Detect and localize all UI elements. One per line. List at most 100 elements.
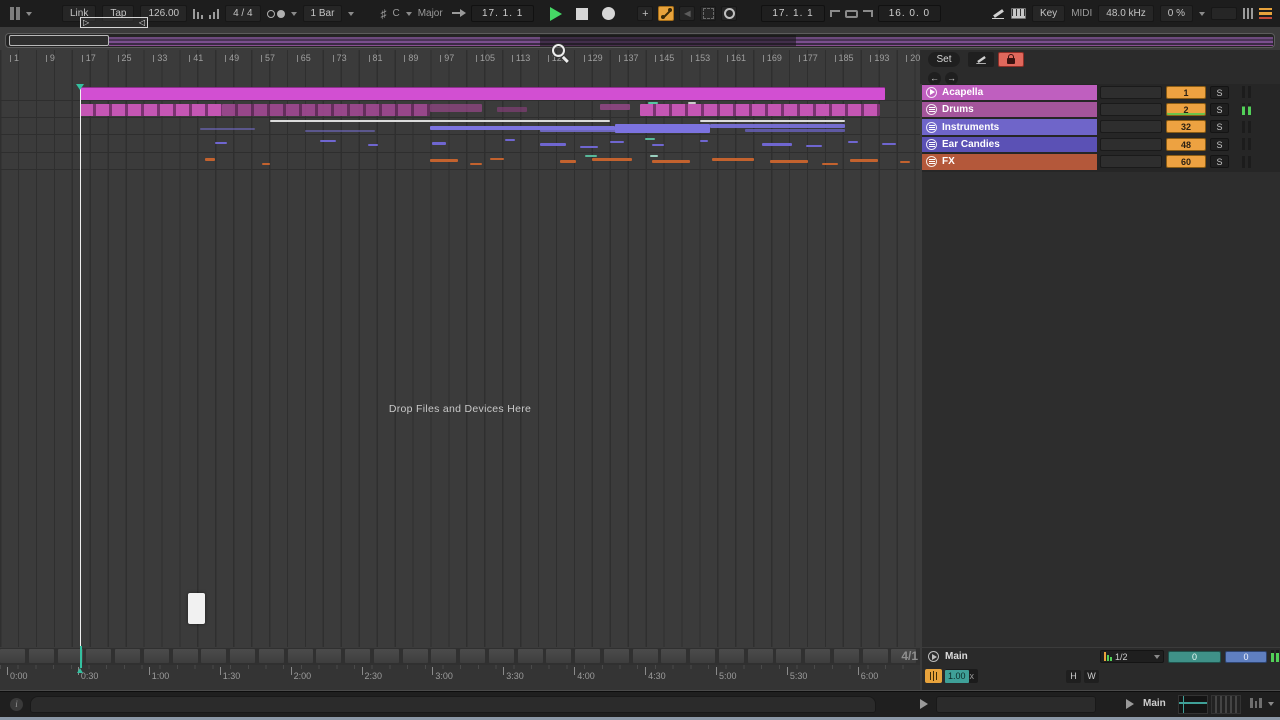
track-fold-icon[interactable]: [926, 139, 937, 150]
playback-speed-field[interactable]: 1.00 x: [945, 669, 978, 683]
device-chain-thumbnail[interactable]: [1178, 695, 1208, 714]
clip-fx[interactable]: [900, 161, 910, 163]
scale-root-select[interactable]: C: [392, 8, 399, 19]
clip-fx[interactable]: [822, 163, 838, 165]
clip-ear_candies[interactable]: [806, 145, 822, 147]
clip-ear_candies[interactable]: [215, 142, 227, 144]
clip-ear_candies[interactable]: [700, 140, 708, 142]
clip-instruments[interactable]: [700, 120, 845, 122]
clip-fx[interactable]: [585, 155, 597, 157]
clip-ear_candies[interactable]: [652, 144, 664, 146]
clip-ear_candies[interactable]: [505, 139, 515, 141]
solo-button[interactable]: S: [1210, 138, 1229, 151]
arrangement-overview[interactable]: [5, 33, 1275, 48]
draw-automation-button[interactable]: [968, 52, 994, 67]
record-button[interactable]: [602, 7, 615, 20]
track-activator-button[interactable]: 60: [1166, 155, 1206, 168]
clip-fx[interactable]: [592, 158, 632, 161]
track-lane-instruments[interactable]: [0, 119, 920, 136]
track-lane-drums[interactable]: [0, 101, 920, 118]
clip-drums[interactable]: [222, 104, 430, 116]
main-pan-field[interactable]: 0: [1168, 651, 1221, 663]
track-lane-ear_candies[interactable]: [0, 136, 920, 153]
solo-button[interactable]: S: [1210, 103, 1229, 116]
beat-time-ruler[interactable]: 1917253341495765738189971051131211291371…: [0, 50, 920, 84]
clip-drums[interactable]: [600, 104, 630, 110]
clip-acapella[interactable]: [80, 88, 885, 100]
phase-nudge-down-icon[interactable]: [193, 9, 203, 19]
time-ruler[interactable]: 0:000:301:001:302:002:303:003:304:004:30…: [0, 665, 920, 690]
punch-in-button[interactable]: [830, 10, 840, 17]
metronome-icon[interactable]: [267, 10, 285, 18]
control-surface-caret-icon[interactable]: [26, 12, 32, 16]
track-name-bar[interactable]: Acapella: [922, 85, 1097, 101]
speed-value[interactable]: 1.00: [945, 670, 969, 683]
clip-ear_candies[interactable]: [762, 143, 792, 146]
clip-ear_candies[interactable]: [320, 140, 336, 142]
time-signature-field[interactable]: 4 / 4: [225, 5, 260, 22]
track-fold-icon[interactable]: [926, 104, 937, 115]
loop-start-field[interactable]: 17. 1. 1: [761, 5, 824, 22]
play-button[interactable]: [550, 7, 562, 21]
key-map-button[interactable]: Key: [1032, 5, 1065, 22]
phase-nudge-up-icon[interactable]: [209, 9, 219, 19]
track-lane-acapella[interactable]: [0, 84, 920, 101]
clip-ear_candies[interactable]: [580, 146, 598, 148]
clip-ear_candies[interactable]: [432, 142, 446, 145]
dragged-clip-ghost[interactable]: [188, 593, 205, 624]
re-enable-automation-button[interactable]: ◄: [679, 6, 695, 21]
lock-envelopes-button[interactable]: [998, 52, 1024, 67]
clip-instruments[interactable]: [615, 124, 710, 133]
track-io-box[interactable]: [1100, 103, 1162, 116]
main-track-name[interactable]: Main: [945, 651, 968, 662]
footer-caret-icon[interactable]: [1268, 702, 1274, 706]
info-icon[interactable]: i: [10, 698, 23, 711]
main-track-lane[interactable]: [0, 648, 920, 665]
arrangement-position-field[interactable]: 17. 1. 1: [471, 5, 534, 22]
arrangement-start-marker-icon[interactable]: [76, 84, 84, 90]
track-width-button[interactable]: W: [1084, 670, 1099, 683]
output-meter-icon[interactable]: [1250, 698, 1262, 708]
clip-instruments[interactable]: [270, 120, 610, 122]
scale-icon[interactable]: ♯: [380, 7, 386, 21]
overdub-button[interactable]: +: [637, 6, 653, 21]
warp-button[interactable]: [925, 669, 942, 683]
clip-fx[interactable]: [490, 158, 504, 160]
loop-length-field[interactable]: 16. 0. 0: [878, 5, 941, 22]
clip-instruments[interactable]: [710, 124, 845, 128]
clip-fx[interactable]: [652, 160, 690, 163]
track-name-bar[interactable]: FX: [922, 154, 1097, 170]
automation-arm-button[interactable]: [658, 6, 674, 21]
set-locator-button[interactable]: Set: [928, 52, 960, 67]
clip-fx[interactable]: [430, 159, 458, 162]
track-fold-icon[interactable]: [926, 156, 937, 167]
quantize-menu[interactable]: 1 Bar: [303, 5, 343, 22]
midi-capture-region-button[interactable]: [700, 6, 716, 21]
clip-drums[interactable]: [430, 104, 482, 112]
clip-ear_candies[interactable]: [368, 144, 378, 146]
follow-button[interactable]: [452, 9, 466, 19]
metronome-caret-icon[interactable]: [291, 12, 297, 16]
cpu-meter-field[interactable]: 0 %: [1160, 5, 1193, 22]
clip-fx[interactable]: [850, 159, 878, 162]
mixer-thumbnail[interactable]: [1211, 695, 1241, 714]
track-activator-button[interactable]: 2: [1166, 103, 1206, 116]
clip-fx[interactable]: [470, 163, 482, 165]
show-detail-view-button[interactable]: [920, 699, 928, 709]
clip-drums[interactable]: [80, 104, 222, 116]
clip-fx[interactable]: [205, 158, 215, 161]
clip-fx[interactable]: [262, 163, 270, 165]
clip-instruments[interactable]: [745, 129, 845, 132]
clip-drums[interactable]: [497, 107, 527, 112]
arrangement-drop-area[interactable]: Drop Files and Devices Here: [0, 172, 920, 647]
track-play-icon[interactable]: [926, 87, 937, 98]
track-io-box[interactable]: [1100, 86, 1162, 99]
clip-instruments[interactable]: [200, 128, 255, 130]
clip-lanes[interactable]: [0, 84, 920, 172]
clip-fx[interactable]: [560, 160, 576, 163]
track-io-box[interactable]: [1100, 120, 1162, 133]
cpu-caret-icon[interactable]: [1199, 12, 1205, 16]
track-activator-button[interactable]: 32: [1166, 120, 1206, 133]
clip-ear_candies[interactable]: [610, 141, 624, 143]
loop-switch[interactable]: [845, 10, 858, 18]
